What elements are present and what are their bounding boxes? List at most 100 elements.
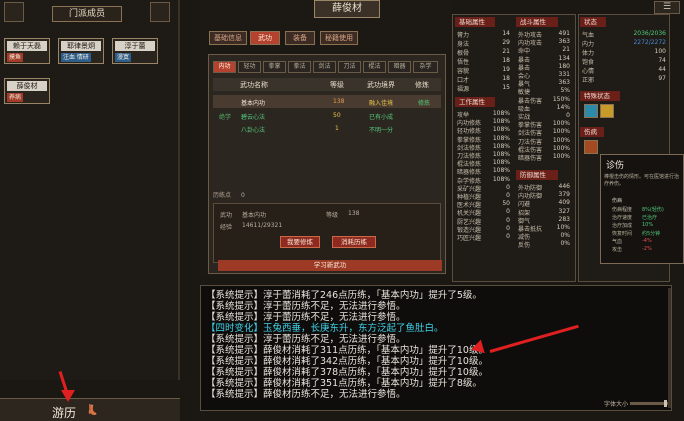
status-effect-icon[interactable] xyxy=(584,104,598,118)
status-label: 体力 xyxy=(582,50,595,57)
subtab-anqi[interactable]: 暗器 xyxy=(388,61,411,73)
injury-title: 伤病 xyxy=(580,127,604,137)
attr-value: 15 xyxy=(502,84,510,91)
tab-equipment[interactable]: 装备 xyxy=(285,31,315,45)
defense-attr-title: 防御属性 xyxy=(516,170,558,180)
table-row[interactable]: 八卦心法 1 不明一分 xyxy=(213,122,441,135)
subtab-quanfa[interactable]: 拳法 xyxy=(288,61,311,73)
attr-value: 0 xyxy=(506,216,510,224)
menu-icon[interactable]: ☰ xyxy=(654,1,680,14)
tooltip-desc: 棒棍击伤的情形。可在医馆进行治疗养伤。 xyxy=(604,174,680,187)
status-effect-icon[interactable] xyxy=(600,104,614,118)
attr-value: 108% xyxy=(492,126,510,134)
status-label: 正邪 xyxy=(582,77,595,84)
special-status-title: 特殊状态 xyxy=(580,91,620,101)
tooltip-item-value: -2% xyxy=(642,246,652,252)
subtab-quanzhang[interactable]: 拳掌 xyxy=(263,61,286,73)
tooltip-item-value: 10% xyxy=(642,222,654,228)
attr-value: 14 xyxy=(502,30,510,37)
subtab-zaxue[interactable]: 杂学 xyxy=(413,61,438,73)
attr-value: 446 xyxy=(558,183,570,190)
annotation-arrow-head xyxy=(61,390,75,402)
subtab-jianfa[interactable]: 剑法 xyxy=(313,61,336,73)
attr-value: 150% xyxy=(552,95,570,103)
injury-icon[interactable] xyxy=(584,140,598,154)
consume-practice-button[interactable]: 消耗历练 xyxy=(332,236,376,248)
focus-train-button[interactable]: 我要修炼 xyxy=(280,236,320,248)
attr-value: 108% xyxy=(492,151,510,158)
status-value: 100 xyxy=(654,48,666,55)
attr-value: 14% xyxy=(556,103,570,111)
travel-label[interactable]: 游历 xyxy=(52,404,76,421)
attr-value: 21 xyxy=(562,46,570,54)
member-card[interactable]: 耶律景炯 注血 情研 xyxy=(58,38,104,64)
column-header-name: 武功名称 xyxy=(240,81,268,89)
attr-value: 283 xyxy=(558,215,570,223)
table-row[interactable]: 基本内功 138 融入佳境 修炼 xyxy=(213,95,441,108)
attr-label: 巧匠兴趣 xyxy=(457,235,482,242)
train-toggle[interactable]: 修炼 xyxy=(418,98,430,107)
font-size-slider[interactable] xyxy=(630,402,668,405)
skill-type: 绝学 xyxy=(219,114,232,121)
skill-level: 1 xyxy=(335,125,339,132)
attr-value: 0 xyxy=(506,233,510,240)
log-scrollbar[interactable] xyxy=(668,288,671,408)
attr-value: 0 xyxy=(506,224,510,232)
detail-level-label: 等级 xyxy=(326,212,339,219)
member-card[interactable]: 淳于蕾 漫寞 xyxy=(112,38,158,64)
tooltip-item-value: 已治疗 xyxy=(642,215,658,221)
skill-name: 碧云心法 xyxy=(241,114,266,121)
practice-value: 0 xyxy=(240,192,245,199)
attr-value: 409 xyxy=(558,199,570,207)
member-status-tag: 漫寞 xyxy=(115,53,132,62)
tooltip-item-label: 攻击 xyxy=(612,247,623,253)
member-card[interactable]: 薛俊材 养病 xyxy=(4,78,50,104)
skill-realm: 不明一分 xyxy=(369,127,394,134)
attr-value: 18 xyxy=(502,57,510,64)
work-attr-title: 工作属性 xyxy=(455,97,495,107)
member-name: 耶律景炯 xyxy=(61,41,101,51)
attr-value: 100% xyxy=(552,136,570,144)
attr-value: 379 xyxy=(558,191,570,199)
attr-value: 108% xyxy=(492,142,510,150)
sect-corner-ornament xyxy=(4,2,24,22)
detail-exp-value: 14611/29321 xyxy=(242,222,283,229)
attr-value: 491 xyxy=(558,30,570,37)
combat-attr-title: 战斗属性 xyxy=(516,17,558,27)
attr-label: 暗器伤害 xyxy=(518,155,543,162)
member-status-tag: 注血 情研 xyxy=(61,53,91,62)
tab-martial-arts[interactable]: 武功 xyxy=(250,31,280,45)
tooltip-item-value: 约5分钟 xyxy=(642,231,661,237)
table-row[interactable]: 绝学 碧云心法 50 已有小成 xyxy=(213,109,441,122)
tooltip-item-label: 恢复时间 xyxy=(612,231,633,237)
attr-value: 331 xyxy=(558,71,570,78)
learn-new-skill-button[interactable]: 学习新武功 xyxy=(218,260,442,271)
subtab-daofa[interactable]: 刀法 xyxy=(338,61,361,73)
skill-level: 50 xyxy=(333,112,341,119)
subtab-gunfa[interactable]: 棍法 xyxy=(363,61,386,73)
font-size-knob[interactable] xyxy=(664,400,667,407)
attr-value: 0 xyxy=(506,183,510,191)
attr-label: 反伤 xyxy=(518,242,531,250)
basic-attr-title: 基础属性 xyxy=(455,17,495,27)
column-header-realm: 武功境界 xyxy=(367,81,395,89)
attr-value: 29 xyxy=(502,39,510,46)
status-title: 状态 xyxy=(580,17,606,27)
attr-value: 18 xyxy=(502,75,510,82)
attr-value: 21 xyxy=(502,48,510,55)
status-value: 2036/2036 xyxy=(633,30,666,37)
tab-secret-books[interactable]: 秘籍使用 xyxy=(320,31,358,45)
attr-value: 108% xyxy=(492,159,510,167)
member-name: 淳于蕾 xyxy=(115,41,155,51)
attr-value: 0 xyxy=(506,208,510,216)
subtab-neigong[interactable]: 内功 xyxy=(213,61,236,73)
member-name: 薛俊材 xyxy=(7,81,47,91)
log-line: 【系统提示】薛俊材历练不足，无法进行参悟。 xyxy=(206,389,406,400)
attr-value: 100% xyxy=(552,144,570,152)
column-header-level: 等级 xyxy=(330,81,344,89)
tab-basic-info[interactable]: 基础信息 xyxy=(209,31,247,45)
member-card[interactable]: 赖于天磊 摸鱼 xyxy=(4,38,50,64)
status-label: 心情 xyxy=(582,68,595,75)
attr-value: 10% xyxy=(556,224,570,231)
subtab-qinggong[interactable]: 轻功 xyxy=(238,61,261,73)
